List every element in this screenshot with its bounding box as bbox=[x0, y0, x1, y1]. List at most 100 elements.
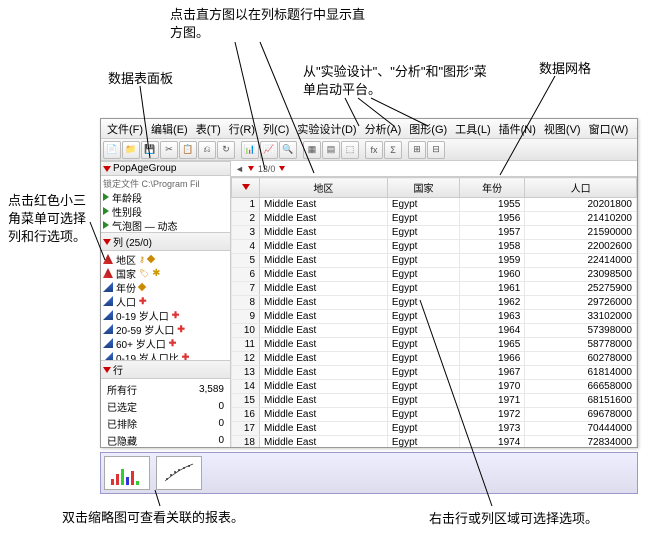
cell-year[interactable]: 1973 bbox=[460, 422, 525, 436]
menu-item[interactable]: 列(C) bbox=[259, 121, 293, 137]
cell-pop[interactable]: 72834000 bbox=[525, 436, 637, 448]
data-table[interactable]: 地区国家年份人口 1Middle EastEgypt1955202018002M… bbox=[231, 177, 637, 447]
menu-item[interactable]: 图形(G) bbox=[405, 121, 451, 137]
toolbar-button[interactable]: fx bbox=[365, 141, 383, 159]
cell-region[interactable]: Middle East bbox=[260, 422, 388, 436]
row-number[interactable]: 9 bbox=[232, 310, 260, 324]
row-number[interactable]: 17 bbox=[232, 422, 260, 436]
cell-region[interactable]: Middle East bbox=[260, 282, 388, 296]
cell-year[interactable]: 1955 bbox=[460, 198, 525, 212]
column-item[interactable]: 0-19 岁人口比 ✚ bbox=[103, 350, 228, 360]
row-number[interactable]: 11 bbox=[232, 338, 260, 352]
cell-pop[interactable]: 57398000 bbox=[525, 324, 637, 338]
toolbar-button[interactable]: Σ bbox=[384, 141, 402, 159]
row-number[interactable]: 15 bbox=[232, 394, 260, 408]
red-triangle-icon[interactable] bbox=[248, 166, 254, 171]
row-number[interactable]: 12 bbox=[232, 352, 260, 366]
cell-country[interactable]: Egypt bbox=[387, 212, 459, 226]
menu-item[interactable]: 表(T) bbox=[192, 121, 225, 137]
red-triangle-icon[interactable] bbox=[103, 166, 111, 172]
toolbar-button[interactable]: ✂ bbox=[160, 141, 178, 159]
cell-country[interactable]: Egypt bbox=[387, 324, 459, 338]
column-item[interactable]: 人口 ✚ bbox=[103, 294, 228, 308]
toolbar-button[interactable]: 💾 bbox=[141, 141, 159, 159]
row-stat[interactable]: 已排除0 bbox=[105, 416, 226, 431]
script-item[interactable]: 气泡图 — 动态 bbox=[103, 218, 228, 232]
cell-pop[interactable]: 66658000 bbox=[525, 380, 637, 394]
column-item[interactable]: 国家 🏷 ✱ bbox=[103, 266, 228, 280]
cell-country[interactable]: Egypt bbox=[387, 310, 459, 324]
table-row[interactable]: 2Middle EastEgypt195621410200 bbox=[232, 212, 637, 226]
cell-year[interactable]: 1965 bbox=[460, 338, 525, 352]
table-row[interactable]: 9Middle EastEgypt196333102000 bbox=[232, 310, 637, 324]
toolbar-button[interactable]: 📄 bbox=[103, 141, 121, 159]
cell-year[interactable]: 1958 bbox=[460, 240, 525, 254]
table-row[interactable]: 18Middle EastEgypt197472834000 bbox=[232, 436, 637, 448]
menu-item[interactable]: 文件(F) bbox=[103, 121, 147, 137]
toolbar-button[interactable]: ⬚ bbox=[341, 141, 359, 159]
cell-year[interactable]: 1966 bbox=[460, 352, 525, 366]
table-row[interactable]: 15Middle EastEgypt197168151600 bbox=[232, 394, 637, 408]
row-number[interactable]: 8 bbox=[232, 296, 260, 310]
cell-region[interactable]: Middle East bbox=[260, 324, 388, 338]
menu-item[interactable]: 视图(V) bbox=[540, 121, 585, 137]
cell-pop[interactable]: 22002600 bbox=[525, 240, 637, 254]
cell-pop[interactable]: 21590000 bbox=[525, 226, 637, 240]
table-row[interactable]: 3Middle EastEgypt195721590000 bbox=[232, 226, 637, 240]
cell-country[interactable]: Egypt bbox=[387, 254, 459, 268]
row-stat[interactable]: 所有行3,589 bbox=[105, 382, 226, 397]
cell-pop[interactable]: 33102000 bbox=[525, 310, 637, 324]
row-number[interactable]: 1 bbox=[232, 198, 260, 212]
row-number[interactable]: 16 bbox=[232, 408, 260, 422]
column-item[interactable]: 20-59 岁人口 ✚ bbox=[103, 322, 228, 336]
row-number[interactable]: 7 bbox=[232, 282, 260, 296]
row-stat[interactable]: 已选定0 bbox=[105, 399, 226, 414]
cell-country[interactable]: Egypt bbox=[387, 380, 459, 394]
red-triangle-icon[interactable] bbox=[103, 367, 111, 373]
cell-country[interactable]: Egypt bbox=[387, 394, 459, 408]
cell-pop[interactable]: 61814000 bbox=[525, 366, 637, 380]
row-number[interactable]: 13 bbox=[232, 366, 260, 380]
cell-year[interactable]: 1974 bbox=[460, 436, 525, 448]
cell-pop[interactable]: 69678000 bbox=[525, 408, 637, 422]
table-row[interactable]: 16Middle EastEgypt197269678000 bbox=[232, 408, 637, 422]
toolbar-button[interactable]: ↻ bbox=[217, 141, 235, 159]
cell-year[interactable]: 1970 bbox=[460, 380, 525, 394]
cell-country[interactable]: Egypt bbox=[387, 352, 459, 366]
cell-region[interactable]: Middle East bbox=[260, 268, 388, 282]
toolbar-button[interactable]: ⎌ bbox=[198, 141, 216, 159]
corner-header[interactable] bbox=[232, 178, 260, 198]
cell-region[interactable]: Middle East bbox=[260, 338, 388, 352]
table-row[interactable]: 11Middle EastEgypt196558778000 bbox=[232, 338, 637, 352]
toolbar-button[interactable]: 📁 bbox=[122, 141, 140, 159]
cell-pop[interactable]: 60278000 bbox=[525, 352, 637, 366]
table-row[interactable]: 7Middle EastEgypt196125275900 bbox=[232, 282, 637, 296]
cell-country[interactable]: Egypt bbox=[387, 408, 459, 422]
cell-year[interactable]: 1961 bbox=[460, 282, 525, 296]
cell-region[interactable]: Middle East bbox=[260, 394, 388, 408]
cell-year[interactable]: 1971 bbox=[460, 394, 525, 408]
table-row[interactable]: 4Middle EastEgypt195822002600 bbox=[232, 240, 637, 254]
cell-region[interactable]: Middle East bbox=[260, 352, 388, 366]
toolbar-button[interactable]: 📊 bbox=[241, 141, 259, 159]
table-row[interactable]: 6Middle EastEgypt196023098500 bbox=[232, 268, 637, 282]
cell-region[interactable]: Middle East bbox=[260, 254, 388, 268]
row-stat[interactable]: 已隐藏0 bbox=[105, 433, 226, 447]
thumbnail[interactable] bbox=[104, 456, 150, 490]
script-item[interactable]: 年龄段 bbox=[103, 190, 228, 204]
menu-item[interactable]: 实验设计(D) bbox=[293, 121, 360, 137]
cell-year[interactable]: 1972 bbox=[460, 408, 525, 422]
column-item[interactable]: 60+ 岁人口 ✚ bbox=[103, 336, 228, 350]
cell-region[interactable]: Middle East bbox=[260, 408, 388, 422]
row-number[interactable]: 3 bbox=[232, 226, 260, 240]
cell-country[interactable]: Egypt bbox=[387, 422, 459, 436]
cell-pop[interactable]: 20201800 bbox=[525, 198, 637, 212]
menu-item[interactable]: 编辑(E) bbox=[147, 121, 192, 137]
thumbnail[interactable] bbox=[156, 456, 202, 490]
column-item[interactable]: 年份 bbox=[103, 280, 228, 294]
row-number[interactable]: 10 bbox=[232, 324, 260, 338]
cell-country[interactable]: Egypt bbox=[387, 366, 459, 380]
columns-header[interactable]: 列 (25/0) bbox=[101, 232, 230, 251]
toolbar-button[interactable]: ⊞ bbox=[408, 141, 426, 159]
cell-year[interactable]: 1957 bbox=[460, 226, 525, 240]
